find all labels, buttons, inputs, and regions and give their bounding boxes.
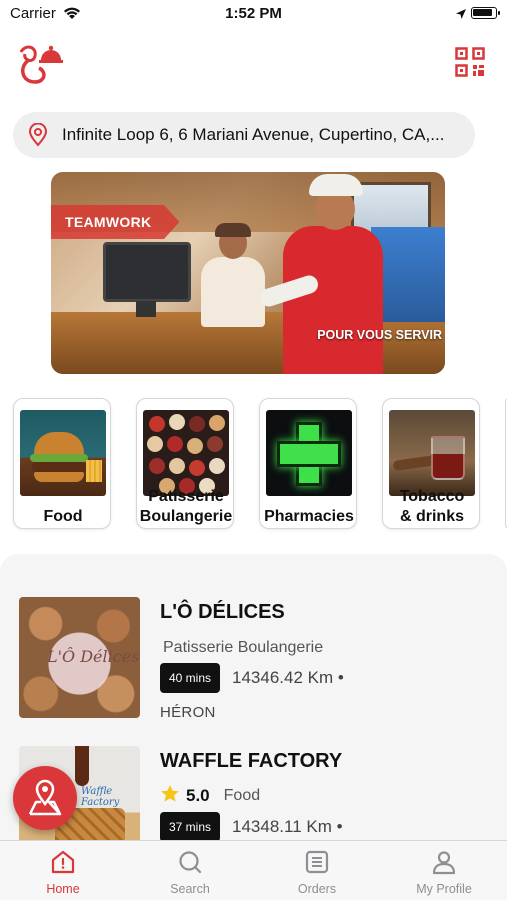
category-label: Pharmacies bbox=[264, 508, 354, 525]
search-icon bbox=[179, 851, 202, 874]
category-label: Food bbox=[43, 508, 83, 525]
tab-my-profile[interactable]: My Profile bbox=[381, 849, 507, 896]
qr-code-icon[interactable] bbox=[455, 47, 485, 77]
banner-pos-monitor bbox=[103, 242, 191, 317]
shop-logo-text: Waffle Factory bbox=[81, 786, 120, 808]
shop-rating: 5.0 Food bbox=[160, 784, 260, 808]
orders-list-icon bbox=[305, 850, 329, 874]
tab-search[interactable]: Search bbox=[127, 849, 253, 896]
home-icon bbox=[51, 850, 75, 874]
category-tobacco-drinks[interactable]: Tobacco & drinks bbox=[382, 398, 480, 529]
shop-location: HÉRON bbox=[160, 704, 216, 721]
shop-card[interactable]: L'Ô Délices L'Ô DÉLICES Patisserie Boula… bbox=[19, 597, 489, 721]
banner-cashier bbox=[201, 223, 265, 327]
shop-distance: 14348.11 Km • bbox=[232, 817, 343, 836]
bottom-tab-bar: Home Search Orders My Profile bbox=[0, 840, 507, 900]
tab-home[interactable]: Home bbox=[0, 849, 126, 896]
status-bar: Carrier 1:52 PM bbox=[0, 0, 507, 28]
burger-photo bbox=[20, 410, 106, 496]
tab-label: Home bbox=[46, 882, 80, 896]
category-label-line2: & drinks bbox=[399, 508, 464, 525]
delivery-time-badge: 37 mins bbox=[160, 812, 221, 842]
user-profile-icon bbox=[432, 851, 456, 875]
category-pharmacies[interactable]: Pharmacies bbox=[259, 398, 357, 529]
location-arrow-icon bbox=[455, 7, 467, 25]
tab-label: Search bbox=[170, 882, 210, 896]
banner-badge: TEAMWORK bbox=[51, 205, 180, 239]
category-food[interactable]: Food bbox=[13, 398, 111, 529]
shop-logo-text: L'Ô Délices bbox=[47, 647, 140, 666]
tab-orders[interactable]: Orders bbox=[254, 849, 380, 896]
clock: 1:52 PM bbox=[225, 5, 282, 22]
category-label-line1: Patisserie bbox=[148, 488, 224, 505]
drinks-photo bbox=[389, 410, 475, 496]
category-label-line1: Tobacco bbox=[399, 488, 465, 505]
app-logo bbox=[15, 42, 65, 88]
category-patisserie[interactable]: Patisserie Boulangerie bbox=[136, 398, 234, 529]
pastry-photo bbox=[143, 410, 229, 496]
shop-name: L'Ô DÉLICES bbox=[160, 601, 285, 623]
shop-distance: 14346.42 Km • bbox=[232, 668, 344, 687]
shop-name: WAFFLE FACTORY bbox=[160, 750, 343, 772]
category-label-line2: Boulangerie bbox=[139, 508, 233, 525]
rating-value: 5.0 bbox=[186, 786, 210, 805]
tab-label: Orders bbox=[297, 882, 337, 896]
star-icon bbox=[160, 784, 180, 808]
map-view-button[interactable] bbox=[13, 766, 77, 830]
category-list: Food Patisserie Boulangerie Pharmacies T… bbox=[13, 398, 507, 530]
delivery-address-bar[interactable]: Infinite Loop 6, 6 Mariani Avenue, Cuper… bbox=[13, 112, 475, 158]
map-pin-icon bbox=[28, 779, 62, 816]
battery-icon bbox=[471, 7, 500, 19]
shop-category: Food bbox=[223, 787, 261, 804]
promo-banner[interactable]: TEAMWORK POUR VOUS SERVIR bbox=[51, 172, 445, 374]
pharmacy-cross-photo bbox=[266, 410, 352, 496]
shop-list-panel: L'Ô Délices L'Ô DÉLICES Patisserie Boula… bbox=[0, 554, 507, 867]
banner-tagline: POUR VOUS SERVIR bbox=[317, 328, 442, 342]
delivery-time-badge: 40 mins bbox=[160, 663, 221, 693]
location-pin-icon bbox=[27, 122, 49, 152]
shop-logo-image: L'Ô Délices bbox=[19, 597, 140, 718]
shop-category: Patisserie Boulangerie bbox=[163, 639, 324, 656]
tab-label: My Profile bbox=[416, 882, 472, 896]
delivery-address-text: Infinite Loop 6, 6 Mariani Avenue, Cuper… bbox=[62, 125, 445, 144]
banner-courier bbox=[257, 172, 383, 374]
